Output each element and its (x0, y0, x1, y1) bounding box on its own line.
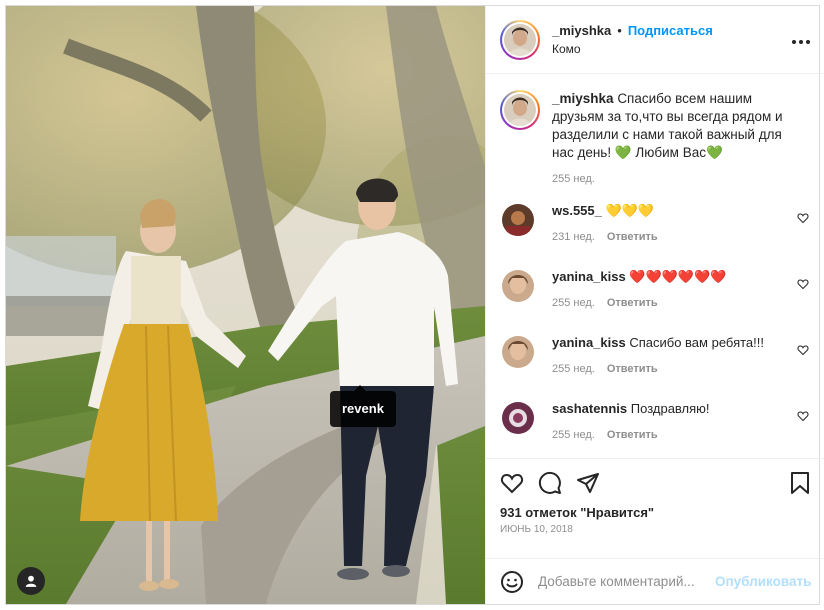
user-tag-icon (25, 575, 37, 587)
separator-dot: • (617, 23, 622, 38)
author-username[interactable]: _miyshka (552, 23, 611, 38)
comment-time: 255 нед. (552, 297, 595, 309)
comments-list[interactable]: _miyshka Спасибо всем нашим друзьям за т… (486, 74, 824, 458)
photo-tag[interactable]: revenk (330, 385, 396, 427)
post-caption: _miyshka Спасибо всем нашим друзьям за т… (500, 90, 809, 188)
more-icon (792, 40, 811, 44)
avatar-image (502, 204, 534, 236)
small-heart-icon[interactable] (797, 410, 809, 422)
emoji-icon[interactable] (500, 570, 524, 594)
reply-button[interactable]: Ответить (607, 429, 658, 441)
comment-text: Поздравляю! (630, 401, 710, 416)
comment-text: ❤️❤️❤️❤️❤️❤️ (629, 269, 727, 284)
reply-button[interactable]: Ответить (607, 363, 658, 375)
wedding-photo (6, 6, 485, 604)
follow-button[interactable]: Подписаться (628, 23, 713, 38)
commenter-avatar[interactable] (502, 402, 534, 434)
post-location[interactable]: Комо (552, 42, 791, 56)
comment-item: yanina_kiss Спасибо вам ребята!!! 255 не… (500, 334, 809, 386)
photo-tag-label: revenk (342, 401, 384, 416)
small-heart-icon[interactable] (797, 212, 809, 224)
likes-count[interactable]: 931 отметок "Нравится" (500, 505, 811, 520)
comment-item: ws.555_ 💛💛💛 231 нед. Ответить (500, 202, 809, 254)
commenter-avatar[interactable] (502, 204, 534, 236)
caption-username[interactable]: _miyshka (552, 91, 614, 106)
reply-button[interactable]: Ответить (607, 231, 658, 243)
avatar-image (504, 94, 536, 126)
share-icon[interactable] (576, 471, 600, 495)
post-dialog: revenk _miyshka • Подписаться Комо _miys… (5, 5, 824, 605)
avatar-image (502, 402, 534, 434)
avatar-image (502, 270, 534, 302)
commenter-avatar[interactable] (502, 336, 534, 368)
post-date: ИЮНЬ 10, 2018 (500, 524, 573, 535)
small-heart-icon[interactable] (797, 344, 809, 356)
tagged-users-button[interactable] (17, 567, 45, 595)
add-comment-bar: Опубликовать (486, 558, 824, 604)
avatar-image (504, 23, 536, 56)
comment-icon[interactable] (538, 471, 562, 495)
small-heart-icon[interactable] (797, 278, 809, 290)
comment-time: 255 нед. (552, 363, 595, 375)
caption-avatar[interactable] (500, 90, 540, 130)
comment-item: yanina_kiss ❤️❤️❤️❤️❤️❤️ 255 нед. Ответит… (500, 268, 809, 320)
publish-button[interactable]: Опубликовать (715, 574, 811, 589)
author-avatar[interactable] (500, 19, 540, 60)
heart-icon[interactable] (500, 471, 524, 495)
reply-button[interactable]: Ответить (607, 297, 658, 309)
commenter-avatar[interactable] (502, 270, 534, 302)
comment-username[interactable]: sashatennis (552, 401, 627, 416)
comment-item: sashatennis Поздравляю! 255 нед. Ответить (500, 400, 809, 452)
comment-username[interactable]: yanina_kiss (552, 335, 626, 350)
comment-text: 💛💛💛 (605, 203, 655, 218)
comment-time: 231 нед. (552, 231, 595, 243)
comment-username[interactable]: ws.555_ (552, 203, 602, 218)
post-photo[interactable]: revenk (6, 6, 485, 604)
post-side-panel: _miyshka • Подписаться Комо _miyshka Спа… (485, 6, 824, 604)
comment-username[interactable]: yanina_kiss (552, 269, 626, 284)
more-options-button[interactable] (791, 29, 811, 50)
bookmark-icon[interactable] (789, 471, 811, 495)
comment-text: Спасибо вам ребята!!! (629, 335, 764, 350)
comment-time: 255 нед. (552, 429, 595, 441)
post-header: _miyshka • Подписаться Комо (486, 6, 824, 74)
post-actions: 931 отметок "Нравится" ИЮНЬ 10, 2018 (486, 458, 824, 558)
avatar-image (502, 336, 534, 368)
comment-input[interactable] (538, 574, 715, 589)
caption-time: 255 нед. (552, 173, 595, 185)
